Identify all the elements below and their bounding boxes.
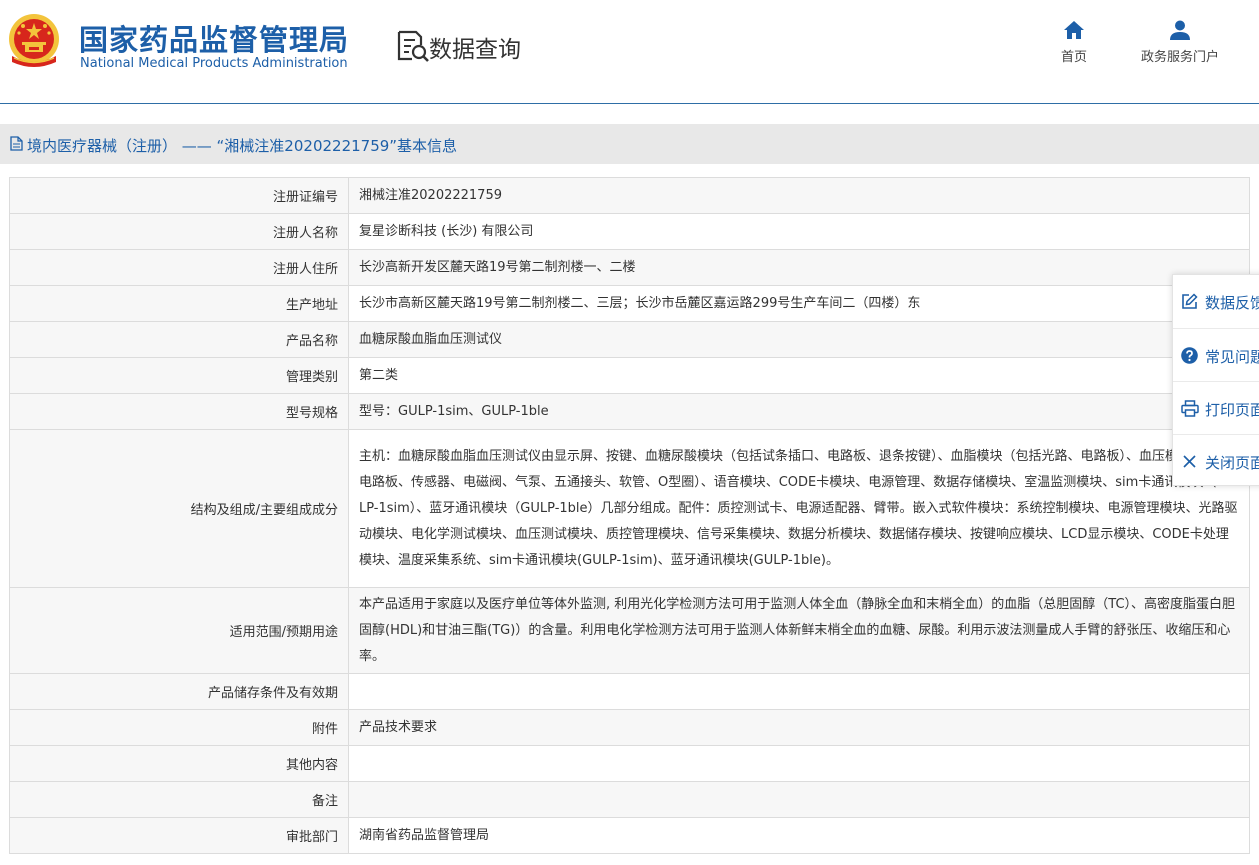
table-row: 备注 [9,781,1250,818]
row-value: 长沙高新开发区麓天路19号第二制剂楼一、二楼 [348,249,1250,286]
nav-home-label: 首页 [1060,50,1087,65]
row-label: 备注 [9,781,349,818]
row-label: 产品名称 [9,321,349,358]
table-row: 其他内容 [9,745,1250,782]
row-label: 附件 [9,709,349,746]
table-row: 结构及组成/主要组成成分 主机：血糖尿酸血脂血压测试仪由显示屏、按键、血糖尿酸模… [9,429,1250,588]
help-icon [1181,347,1198,364]
row-value: 湘械注准20202221759 [348,177,1250,214]
data-query-icon [397,30,429,62]
row-value [348,673,1250,710]
detail-title-bar: 境内医疗器械（注册） —— “湘械注准20202221759”基本信息 [0,124,1259,164]
device-info-table: 注册证编号 湘械注准20202221759 注册人名称 复星诊断科技 (长沙) … [9,177,1250,854]
table-row: 注册人名称 复星诊断科技 (长沙) 有限公司 [9,213,1250,250]
faq-button[interactable]: 常见问题 [1173,328,1259,381]
table-row: 注册证编号 湘械注准20202221759 [9,177,1250,214]
nav-service-portal[interactable]: 政务服务门户 [1132,20,1228,65]
print-icon [1181,400,1199,417]
document-icon [10,136,23,151]
row-value: 主机：血糖尿酸血脂血压测试仪由显示屏、按键、血糖尿酸模块（包括试条插口、电路板、… [348,429,1250,588]
table-row: 注册人住所 长沙高新开发区麓天路19号第二制剂楼一、二楼 [9,249,1250,286]
data-feedback-button[interactable]: 数据反馈 [1173,275,1259,328]
table-row: 产品储存条件及有效期 [9,673,1250,710]
row-value: 本产品适用于家庭以及医疗单位等体外监测, 利用光化学检测方法可用于监测人体全血（… [348,587,1250,674]
org-name-en: National Medical Products Administration [80,56,348,71]
row-value: 血糖尿酸血脂血压测试仪 [348,321,1250,358]
row-value: 第二类 [348,357,1250,394]
section-title: 数据查询 [429,37,521,63]
close-page-label: 关闭页面 [1205,454,1259,472]
floating-side-panel: 数据反馈 常见问题 打印页面 关闭页面 [1172,274,1259,486]
nav-portal-label: 政务服务门户 [1140,50,1219,65]
print-page-label: 打印页面 [1205,401,1259,419]
row-label: 注册人住所 [9,249,349,286]
row-value: 长沙市高新区麓天路19号第二制剂楼二、三层；长沙市岳麓区嘉运路299号生产车间二… [348,285,1250,322]
row-label: 产品储存条件及有效期 [9,673,349,710]
table-row: 型号规格 型号：GULP-1sim、GULP-1ble [9,393,1250,430]
org-name-cn: 国家药品监督管理局 [79,23,350,57]
row-value: 产品技术要求 [348,709,1250,746]
close-icon [1183,455,1196,468]
table-row: 管理类别 第二类 [9,357,1250,394]
row-label: 生产地址 [9,285,349,322]
row-label: 管理类别 [9,357,349,394]
table-row: 附件 产品技术要求 [9,709,1250,746]
table-row: 产品名称 血糖尿酸血脂血压测试仪 [9,321,1250,358]
row-value: 型号：GULP-1sim、GULP-1ble [348,393,1250,430]
faq-label: 常见问题 [1205,348,1259,366]
row-label: 其他内容 [9,745,349,782]
data-feedback-label: 数据反馈 [1205,294,1259,312]
print-page-button[interactable]: 打印页面 [1173,381,1259,434]
close-page-button[interactable]: 关闭页面 [1173,434,1259,485]
row-value: 湖南省药品监督管理局 [348,817,1250,854]
page-title: 境内医疗器械（注册） —— “湘械注准20202221759”基本信息 [27,137,458,155]
user-icon [1170,20,1190,40]
edit-icon [1182,293,1198,309]
row-label: 注册人名称 [9,213,349,250]
home-icon [1064,21,1084,39]
row-label: 注册证编号 [9,177,349,214]
row-label: 型号规格 [9,393,349,430]
nav-home[interactable]: 首页 [1052,20,1096,65]
row-label: 结构及组成/主要组成成分 [9,429,349,588]
table-row: 审批部门 湖南省药品监督管理局 [9,817,1250,854]
row-value [348,745,1250,782]
table-row: 生产地址 长沙市高新区麓天路19号第二制剂楼二、三层；长沙市岳麓区嘉运路299号… [9,285,1250,322]
row-label: 审批部门 [9,817,349,854]
national-emblem-icon [9,14,59,67]
row-value: 复星诊断科技 (长沙) 有限公司 [348,213,1250,250]
row-label: 适用范围/预期用途 [9,587,349,674]
table-row: 适用范围/预期用途 本产品适用于家庭以及医疗单位等体外监测, 利用光化学检测方法… [9,587,1250,674]
row-value [348,781,1250,818]
site-header: 国家药品监督管理局 National Medical Products Admi… [0,0,1259,104]
